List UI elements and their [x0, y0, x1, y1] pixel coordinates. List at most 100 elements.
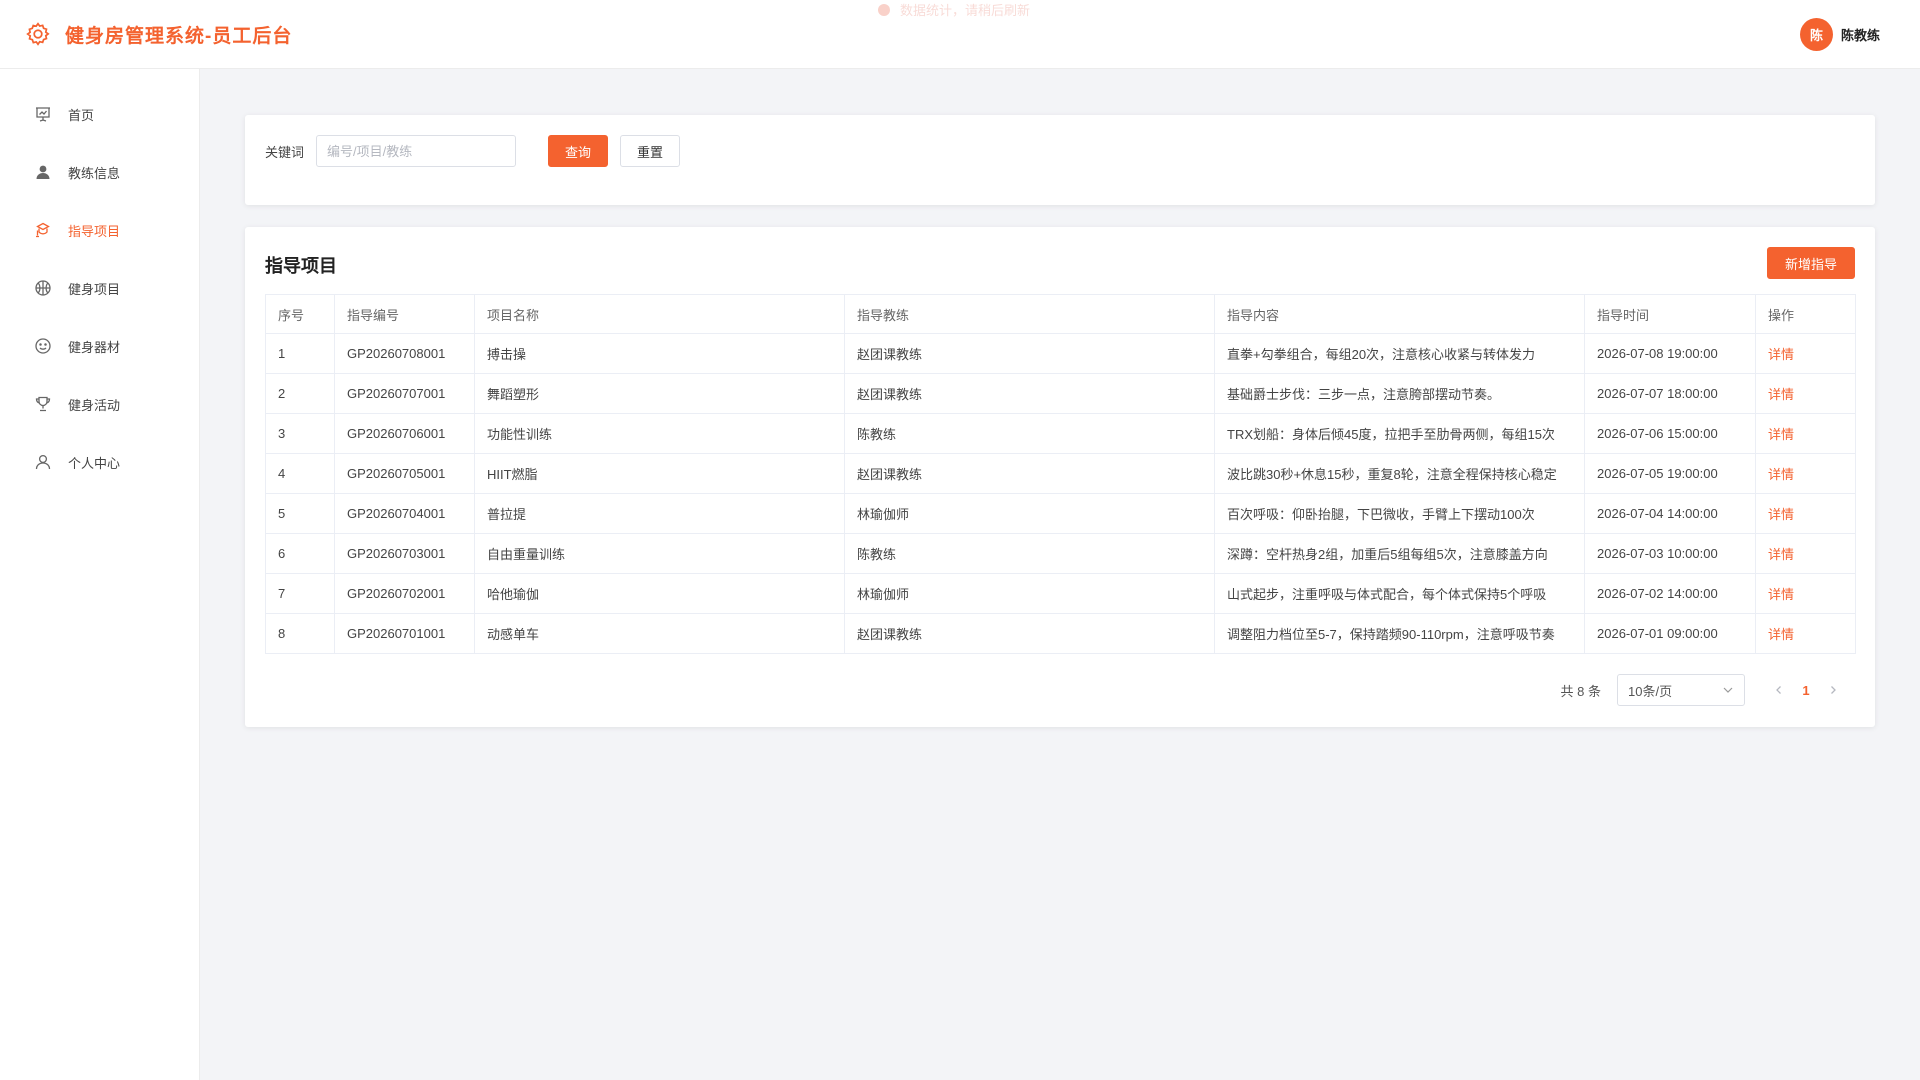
- sidebar-item-guidance[interactable]: 指导项目: [0, 201, 199, 259]
- chevron-left-icon: [1776, 686, 1781, 694]
- cell-time: 2026-07-05 19:00:00: [1584, 453, 1756, 494]
- cell-time: 2026-07-03 10:00:00: [1584, 533, 1756, 574]
- column-header: 项目名称: [474, 294, 845, 334]
- cell-coach: 赵团课教练: [844, 373, 1215, 414]
- sidebar-item-fitness-project[interactable]: 健身项目: [0, 259, 199, 317]
- table-row: 7 GP20260702001 哈他瑜伽 林瑜伽师 山式起步，注重呼吸与体式配合…: [265, 573, 1856, 614]
- smile-icon: [34, 337, 52, 355]
- sidebar-item-label: 健身活动: [68, 397, 121, 413]
- cell-index: 2: [265, 373, 335, 414]
- presentation-icon: [34, 105, 52, 123]
- add-guidance-button[interactable]: 新增指导: [1767, 247, 1855, 279]
- cell-content: 基础爵士步伐：三步一点，注意胯部摆动节奏。: [1214, 373, 1585, 414]
- next-page-button[interactable]: [1821, 678, 1845, 702]
- prev-page-button[interactable]: [1767, 678, 1791, 702]
- pagination: 共 8 条 10条/页 1: [1561, 674, 1845, 706]
- cell-time: 2026-07-08 19:00:00: [1584, 333, 1756, 374]
- cell-code: GP20260705001: [334, 453, 475, 494]
- cell-project-name: 自由重量训练: [474, 533, 845, 574]
- table-row: 6 GP20260703001 自由重量训练 陈教练 深蹲：空杆热身2组，加重后…: [265, 533, 1856, 574]
- trophy-icon: [34, 395, 52, 413]
- detail-link[interactable]: 详情: [1755, 533, 1856, 574]
- cell-content: 山式起步，注重呼吸与体式配合，每个体式保持5个呼吸: [1214, 573, 1585, 614]
- cell-content: 波比跳30秒+休息15秒，重复8轮，注意全程保持核心稳定: [1214, 453, 1585, 494]
- column-header: 指导内容: [1214, 294, 1585, 334]
- cell-index: 8: [265, 613, 335, 654]
- cell-code: GP20260708001: [334, 333, 475, 374]
- cell-time: 2026-07-02 14:00:00: [1584, 573, 1756, 614]
- detail-link[interactable]: 详情: [1755, 613, 1856, 654]
- sidebar-item-equipment[interactable]: 健身器材: [0, 317, 199, 375]
- cell-code: GP20260706001: [334, 413, 475, 454]
- avatar[interactable]: 陈: [1799, 18, 1833, 51]
- cell-code: GP20260701001: [334, 613, 475, 654]
- user-outline-icon: [34, 453, 52, 471]
- user-menu[interactable]: 陈 陈教练: [1799, 18, 1880, 51]
- chevron-down-icon: [1722, 684, 1734, 696]
- keyword-input[interactable]: [316, 135, 517, 167]
- column-header: 操作: [1755, 294, 1856, 334]
- sidebar-item-label: 健身器材: [68, 339, 121, 355]
- cell-index: 5: [265, 493, 335, 534]
- cell-index: 1: [265, 333, 335, 374]
- basketball-icon: [34, 279, 52, 297]
- sidebar-item-activity[interactable]: 健身活动: [0, 375, 199, 433]
- keyword-label: 关键词: [265, 144, 305, 160]
- cell-code: GP20260702001: [334, 573, 475, 614]
- table-row: 4 GP20260705001 HIIT燃脂 赵团课教练 波比跳30秒+休息15…: [265, 453, 1856, 494]
- detail-link[interactable]: 详情: [1755, 453, 1856, 494]
- search-panel: 关键词 查询 重置: [245, 115, 1875, 205]
- column-header: 序号: [265, 294, 335, 334]
- detail-link[interactable]: 详情: [1755, 333, 1856, 374]
- cell-content: 调整阻力档位至5-7，保持踏频90-110rpm，注意呼吸节奏: [1214, 613, 1585, 654]
- cell-coach: 赵团课教练: [844, 613, 1215, 654]
- search-row: 关键词 查询 重置: [265, 135, 681, 167]
- user-name[interactable]: 陈教练: [1841, 25, 1880, 44]
- gear-icon: [26, 22, 50, 46]
- page-size-value: 10条/页: [1628, 683, 1673, 699]
- chevron-right-icon: [1831, 686, 1836, 694]
- table-row: 3 GP20260706001 功能性训练 陈教练 TRX划船：身体后倾45度，…: [265, 413, 1856, 454]
- reset-button[interactable]: 重置: [620, 135, 681, 167]
- sidebar-item-coach-info[interactable]: 教练信息: [0, 143, 199, 201]
- cell-content: 深蹲：空杆热身2组，加重后5组每组5次，注意膝盖方向: [1214, 533, 1585, 574]
- cell-coach: 林瑜伽师: [844, 493, 1215, 534]
- detail-link[interactable]: 详情: [1755, 573, 1856, 614]
- app-title: 健身房管理系统-员工后台: [65, 25, 293, 47]
- cell-index: 7: [265, 573, 335, 614]
- table-row: 5 GP20260704001 普拉提 林瑜伽师 百次呼吸：仰卧抬腿，下巴微收，…: [265, 493, 1856, 534]
- cell-index: 4: [265, 453, 335, 494]
- cell-project-name: HIIT燃脂: [474, 453, 845, 494]
- cell-time: 2026-07-04 14:00:00: [1584, 493, 1756, 534]
- cell-coach: 陈教练: [844, 533, 1215, 574]
- column-header: 指导教练: [844, 294, 1215, 334]
- detail-link[interactable]: 详情: [1755, 373, 1856, 414]
- cell-code: GP20260707001: [334, 373, 475, 414]
- query-button[interactable]: 查询: [548, 135, 609, 167]
- cell-project-name: 哈他瑜伽: [474, 573, 845, 614]
- cell-time: 2026-07-06 15:00:00: [1584, 413, 1756, 454]
- page-number-current[interactable]: 1: [1791, 683, 1821, 698]
- cell-content: 直拳+勾拳组合，每组20次，注意核心收紧与转体发力: [1214, 333, 1585, 374]
- sidebar-item-home[interactable]: 首页: [0, 85, 199, 143]
- cell-index: 3: [265, 413, 335, 454]
- detail-link[interactable]: 详情: [1755, 413, 1856, 454]
- table-row: 8 GP20260701001 动感单车 赵团课教练 调整阻力档位至5-7，保持…: [265, 613, 1856, 654]
- detail-link[interactable]: 详情: [1755, 493, 1856, 534]
- sidebar-item-label: 健身项目: [68, 281, 121, 297]
- sidebar-item-profile[interactable]: 个人中心: [0, 433, 199, 491]
- cell-project-name: 功能性训练: [474, 413, 845, 454]
- cell-code: GP20260704001: [334, 493, 475, 534]
- list-panel: 指导项目 新增指导 序号 指导编号 项目名称 指导教练 指导内容 指导时间 操作…: [245, 227, 1875, 727]
- cell-content: 百次呼吸：仰卧抬腿，下巴微收，手臂上下摆动100次: [1214, 493, 1585, 534]
- total-count: 共 8 条: [1560, 683, 1601, 699]
- brand: 健身房管理系统-员工后台: [25, 21, 292, 48]
- sidebar-item-label: 教练信息: [68, 165, 121, 181]
- sidebar-item-label: 首页: [68, 107, 95, 123]
- cell-time: 2026-07-07 18:00:00: [1584, 373, 1756, 414]
- cell-coach: 赵团课教练: [844, 333, 1215, 374]
- cell-coach: 林瑜伽师: [844, 573, 1215, 614]
- cell-coach: 陈教练: [844, 413, 1215, 454]
- toast-message: 数据统计，请稍后刷新: [878, 0, 1030, 19]
- page-size-select[interactable]: 10条/页: [1617, 674, 1745, 706]
